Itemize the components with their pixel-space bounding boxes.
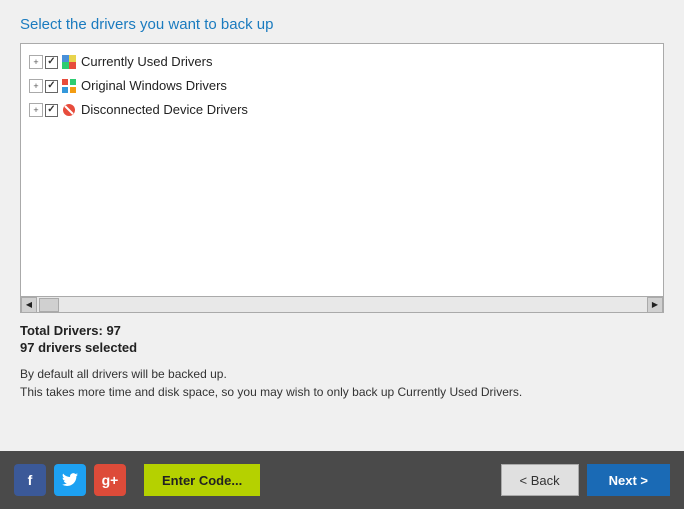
- tree-item-original-windows[interactable]: + Original Windows Drivers: [25, 74, 659, 98]
- expander-disconnected[interactable]: +: [29, 103, 43, 117]
- scroll-left-arrow[interactable]: ◀: [21, 297, 37, 313]
- enter-code-button[interactable]: Enter Code...: [144, 464, 260, 496]
- scroll-thumb[interactable]: [39, 298, 59, 312]
- tree-item-label-currently-used: Currently Used Drivers: [81, 52, 212, 72]
- info-line1: By default all drivers will be backed up…: [20, 367, 227, 381]
- next-button[interactable]: Next >: [587, 464, 670, 496]
- footer: f g+ Enter Code... < Back Next >: [0, 451, 684, 509]
- info-section: Total Drivers: 97 97 drivers selected By…: [20, 313, 664, 401]
- back-button[interactable]: < Back: [501, 464, 579, 496]
- drivers-selected-label: 97 drivers selected: [20, 340, 664, 355]
- checkbox-disconnected[interactable]: [45, 104, 58, 117]
- tree-item-label-original-windows: Original Windows Drivers: [81, 76, 227, 96]
- tree-item-label-disconnected: Disconnected Device Drivers: [81, 100, 248, 120]
- main-content: Select the drivers you want to back up +…: [0, 0, 684, 451]
- tree-item-disconnected[interactable]: + Disconnected Device Drivers: [25, 98, 659, 122]
- gplus-button[interactable]: g+: [94, 464, 126, 496]
- twitter-button[interactable]: [54, 464, 86, 496]
- disconnected-icon: [61, 102, 77, 118]
- currently-used-icon: [61, 54, 77, 70]
- info-text: By default all drivers will be backed up…: [20, 365, 664, 401]
- tree-panel: + Currently Used Drivers +: [20, 43, 664, 313]
- expander-currently-used[interactable]: +: [29, 55, 43, 69]
- checkbox-original-windows[interactable]: [45, 80, 58, 93]
- checkbox-currently-used[interactable]: [45, 56, 58, 69]
- scroll-right-arrow[interactable]: ▶: [647, 297, 663, 313]
- horizontal-scrollbar: ◀ ▶: [21, 296, 663, 312]
- total-drivers-label: Total Drivers: 97: [20, 323, 664, 338]
- original-windows-icon: [61, 78, 77, 94]
- facebook-button[interactable]: f: [14, 464, 46, 496]
- page-title: Select the drivers you want to back up: [20, 16, 664, 33]
- info-line2: This takes more time and disk space, so …: [20, 385, 522, 399]
- expander-original-windows[interactable]: +: [29, 79, 43, 93]
- tree-content: + Currently Used Drivers +: [21, 44, 663, 128]
- tree-item-currently-used[interactable]: + Currently Used Drivers: [25, 50, 659, 74]
